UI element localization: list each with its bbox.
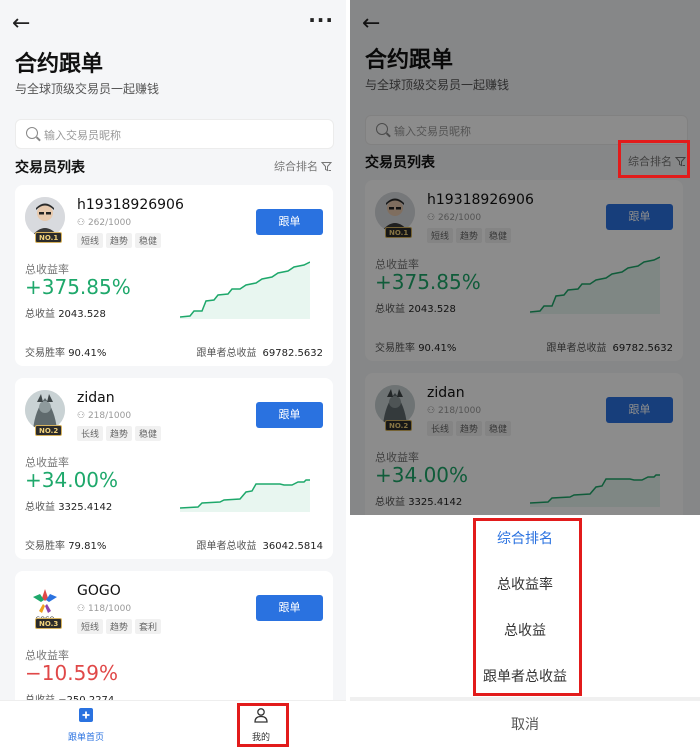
follow-button[interactable]: 跟单 bbox=[256, 595, 323, 621]
total-return-rate: +34.00% bbox=[25, 468, 119, 492]
avatar bbox=[25, 197, 65, 237]
avatar: GOGO bbox=[25, 583, 65, 623]
tag: 趋势 bbox=[106, 426, 133, 441]
follow-button[interactable]: 跟单 bbox=[256, 402, 323, 428]
trader-tags: 短线 趋势 稳健 bbox=[77, 233, 162, 248]
tag: 长线 bbox=[77, 426, 104, 441]
trader-card[interactable]: NO.1 h19318926906 ⚇ 262/1000 短线 趋势 稳健 跟单… bbox=[15, 185, 333, 366]
total-return-rate: −10.59% bbox=[25, 661, 119, 685]
search-bar bbox=[15, 119, 334, 149]
win-rate: 交易胜率 79.81% bbox=[25, 541, 107, 552]
sort-option-return-rate[interactable]: 总收益率 bbox=[350, 574, 700, 594]
trader-card[interactable]: NO.2 zidan ⚇ 218/1000 长线 趋势 稳健 跟单 总收益率 +… bbox=[15, 378, 333, 559]
tag: 短线 bbox=[77, 619, 104, 634]
win-rate: 交易胜率 90.41% bbox=[25, 348, 107, 359]
trader-list-title: 交易员列表 bbox=[15, 160, 85, 176]
trader-tags: 长线 趋势 稳健 bbox=[77, 426, 162, 441]
nav-label: 我的 bbox=[251, 733, 270, 743]
return-sparkline bbox=[180, 261, 310, 319]
tag: 稳健 bbox=[135, 233, 162, 248]
trader-card[interactable]: GOGO NO.3 GOGO ⚇ 118/1000 短线 趋势 套利 跟单 总收… bbox=[15, 571, 333, 711]
follower-count: ⚇ 118/1000 bbox=[77, 604, 132, 614]
tag: 套利 bbox=[135, 619, 162, 634]
right-screen: ← 合约跟单 与全球顶级交易员一起赚钱 交易员列表 综合排名 NO.1 h193… bbox=[350, 0, 700, 751]
back-arrow-icon[interactable]: ← bbox=[12, 12, 30, 36]
page-subtitle: 与全球顶级交易员一起赚钱 bbox=[15, 82, 160, 96]
follow-button[interactable]: 跟单 bbox=[256, 209, 323, 235]
sort-option-follower-income[interactable]: 跟单者总收益 bbox=[350, 666, 700, 686]
trader-tags: 短线 趋势 套利 bbox=[77, 619, 162, 634]
cancel-button[interactable]: 取消 bbox=[350, 714, 700, 734]
modal-overlay[interactable] bbox=[350, 0, 700, 515]
tag: 趋势 bbox=[106, 233, 133, 248]
user-icon bbox=[254, 708, 268, 723]
search-icon bbox=[26, 127, 38, 139]
sort-label: 综合排名 bbox=[274, 160, 318, 173]
rank-badge: NO.1 bbox=[35, 232, 63, 243]
total-income: 总收益 3325.4142 bbox=[25, 502, 113, 513]
rank-badge: NO.2 bbox=[35, 425, 63, 436]
nav-label: 跟单首页 bbox=[67, 733, 104, 743]
trader-name: GOGO bbox=[77, 583, 121, 599]
follower-total-income: 跟单者总收益 36042.5814 bbox=[196, 541, 323, 552]
tag: 稳健 bbox=[135, 426, 162, 441]
return-sparkline bbox=[180, 479, 310, 512]
left-screen: ← ··· 合约跟单 与全球顶级交易员一起赚钱 交易员列表 综合排名 NO.1 … bbox=[0, 0, 346, 751]
sort-button[interactable]: 综合排名 bbox=[274, 158, 332, 174]
more-options-icon[interactable]: ··· bbox=[308, 8, 334, 32]
bottom-nav: 跟单首页 我的 bbox=[0, 700, 346, 751]
tag: 趋势 bbox=[106, 619, 133, 634]
nav-mine[interactable]: 我的 bbox=[221, 707, 301, 743]
nav-follow-home[interactable]: 跟单首页 bbox=[46, 707, 126, 743]
top-bar: ← ··· bbox=[0, 0, 346, 48]
avatar bbox=[25, 390, 65, 430]
sort-option-total-income[interactable]: 总收益 bbox=[350, 620, 700, 640]
total-income: 总收益 2043.528 bbox=[25, 309, 106, 320]
home-plus-icon bbox=[79, 708, 93, 722]
trader-name: h19318926906 bbox=[77, 197, 184, 213]
rank-badge: NO.3 bbox=[35, 618, 63, 629]
sheet-divider bbox=[350, 697, 700, 701]
tag: 短线 bbox=[77, 233, 104, 248]
total-return-rate: +375.85% bbox=[25, 275, 131, 299]
trader-name: zidan bbox=[77, 390, 115, 406]
follower-count: ⚇ 262/1000 bbox=[77, 218, 132, 228]
follower-total-income: 跟单者总收益 69782.5632 bbox=[196, 348, 323, 359]
page-title: 合约跟单 bbox=[15, 52, 104, 77]
filter-icon bbox=[321, 161, 332, 171]
sort-option-overall[interactable]: 综合排名 bbox=[350, 528, 700, 548]
follower-count: ⚇ 218/1000 bbox=[77, 411, 132, 421]
search-input[interactable] bbox=[44, 125, 304, 145]
